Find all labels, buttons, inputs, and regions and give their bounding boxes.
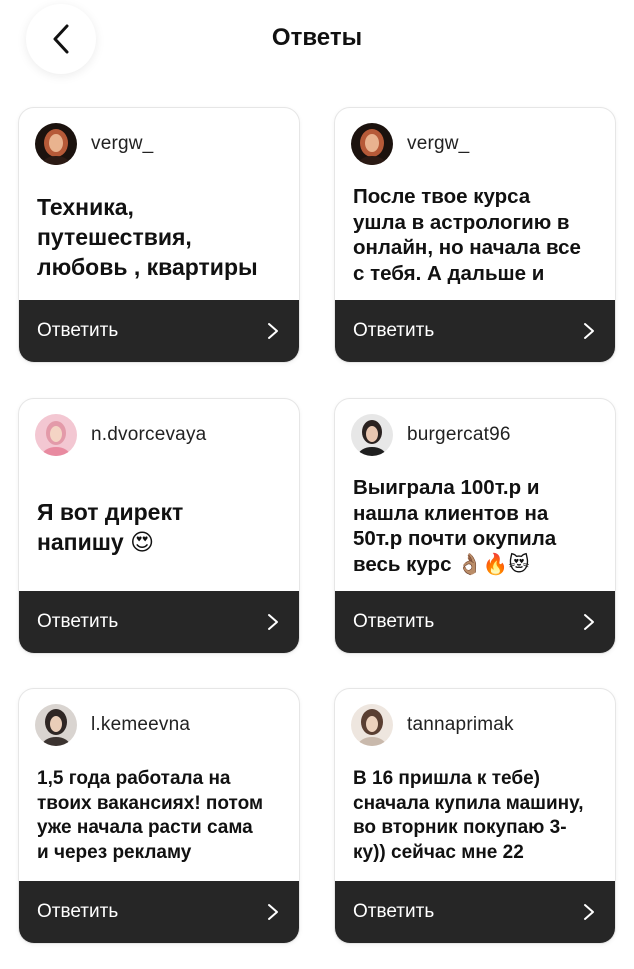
card-header: vergw_: [351, 122, 469, 166]
answer-text: После твое курса ушла в астрологию в онл…: [353, 185, 581, 285]
avatar: [35, 704, 77, 746]
chevron-right-icon: [268, 323, 278, 339]
avatar: [35, 414, 77, 456]
username[interactable]: vergw_: [407, 133, 469, 155]
avatar: [351, 123, 393, 165]
chevron-right-icon: [584, 614, 594, 630]
username[interactable]: tannaprimak: [407, 714, 514, 736]
answer-text: В 16 пришла к тебе) сначала купила машин…: [353, 768, 584, 863]
reply-button[interactable]: Ответить: [335, 300, 615, 362]
reply-label: Ответить: [37, 901, 119, 922]
chevron-right-icon: [584, 904, 594, 920]
answer-card[interactable]: tannaprimak В 16 пришла к тебе) сначала …: [334, 688, 616, 944]
answer-card[interactable]: vergw_ Техника, путешествия, любовь , кв…: [18, 107, 300, 363]
header: Ответы: [0, 0, 634, 80]
avatar: [351, 704, 393, 746]
chevron-right-icon: [268, 904, 278, 920]
reply-label: Ответить: [37, 320, 119, 341]
card-header: l.kemeevna: [35, 703, 190, 747]
reply-button[interactable]: Ответить: [19, 881, 299, 943]
reply-button[interactable]: Ответить: [19, 300, 299, 362]
answer-card[interactable]: l.kemeevna 1,5 года работала на твоих ва…: [18, 688, 300, 944]
reply-label: Ответить: [353, 611, 435, 632]
reply-label: Ответить: [353, 320, 435, 341]
chevron-right-icon: [584, 323, 594, 339]
avatar: [35, 123, 77, 165]
username[interactable]: n.dvorcevaya: [91, 424, 206, 446]
avatar: [351, 414, 393, 456]
username[interactable]: burgercat96: [407, 424, 511, 446]
card-header: n.dvorcevaya: [35, 413, 206, 457]
reply-label: Ответить: [37, 611, 119, 632]
answer-card[interactable]: burgercat96 Выиграла 100т.р и нашла клие…: [334, 398, 616, 654]
page-title: Ответы: [271, 24, 363, 51]
username[interactable]: l.kemeevna: [91, 714, 190, 736]
answer-text: Выиграла 100т.р и нашла клиентов на 50т.…: [353, 476, 557, 576]
answer-card[interactable]: vergw_ После твое курса ушла в астрологи…: [334, 107, 616, 363]
card-header: burgercat96: [351, 413, 511, 457]
answer-text: Техника, путешествия, любовь , квартиры: [37, 194, 258, 280]
reply-button[interactable]: Ответить: [335, 881, 615, 943]
reply-button[interactable]: Ответить: [19, 591, 299, 653]
username[interactable]: vergw_: [91, 133, 153, 155]
reply-button[interactable]: Ответить: [335, 591, 615, 653]
answer-card[interactable]: n.dvorcevaya Я вот директ напишу 😍 Ответ…: [18, 398, 300, 654]
chevron-right-icon: [268, 614, 278, 630]
answer-text: Я вот директ напишу 😍: [37, 499, 184, 555]
card-header: tannaprimak: [351, 703, 514, 747]
answer-text: 1,5 года работала на твоих вакансиях! по…: [37, 768, 263, 863]
reply-label: Ответить: [353, 901, 435, 922]
card-header: vergw_: [35, 122, 153, 166]
